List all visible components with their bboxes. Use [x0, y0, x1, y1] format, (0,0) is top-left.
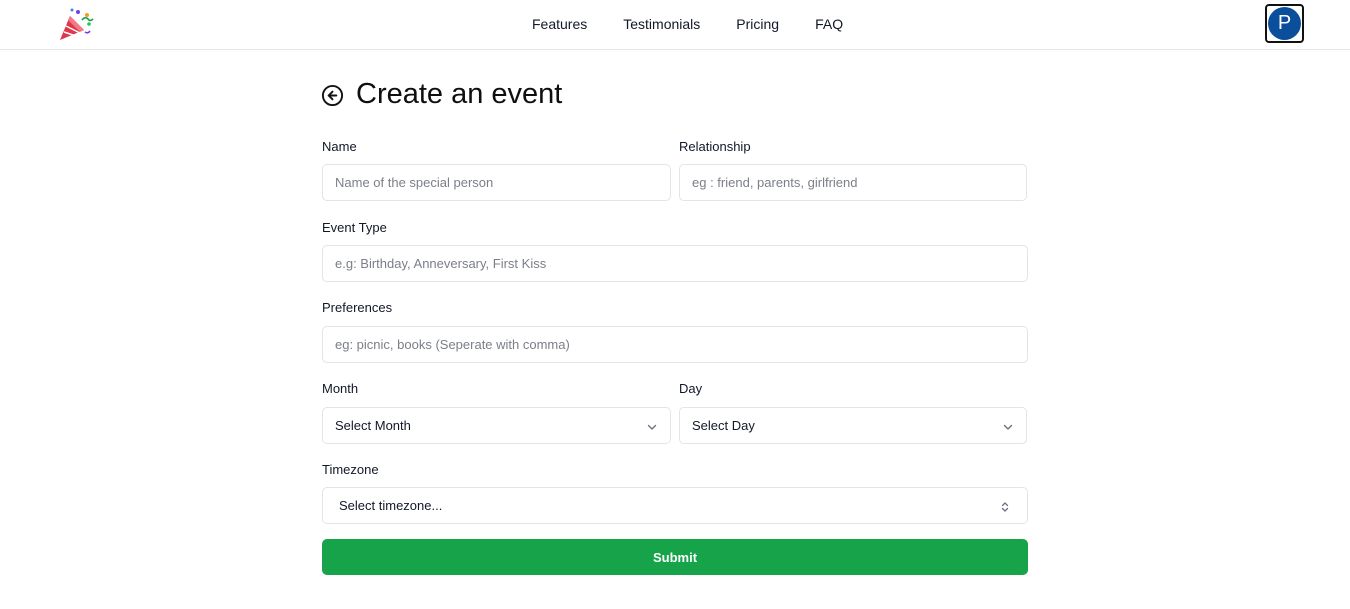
- nav-links: Features Testimonials Pricing FAQ: [514, 0, 861, 48]
- relationship-input[interactable]: [679, 164, 1027, 201]
- nav-link-faq[interactable]: FAQ: [815, 16, 843, 32]
- avatar: P: [1268, 7, 1301, 40]
- event-type-input[interactable]: [322, 245, 1028, 282]
- month-select-value: Select Month: [335, 418, 411, 433]
- chevron-down-icon: [1003, 424, 1013, 430]
- relationship-label: Relationship: [679, 139, 751, 154]
- nav-link-pricing[interactable]: Pricing: [736, 16, 779, 32]
- top-navbar: Features Testimonials Pricing FAQ P: [0, 0, 1350, 50]
- user-avatar-button[interactable]: P: [1265, 4, 1304, 43]
- page-title: Create an event: [356, 78, 563, 110]
- timezone-label: Timezone: [322, 462, 379, 477]
- nav-link-testimonials[interactable]: Testimonials: [623, 16, 700, 32]
- day-select[interactable]: Select Day: [679, 407, 1027, 444]
- timezone-select-value: Select timezone...: [339, 498, 443, 513]
- preferences-input[interactable]: [322, 326, 1028, 363]
- nav-link-features[interactable]: Features: [532, 16, 587, 32]
- name-input[interactable]: [322, 164, 671, 201]
- arrow-left-circle-icon[interactable]: [321, 84, 344, 107]
- chevron-down-icon: [647, 424, 657, 430]
- timezone-combobox[interactable]: Select timezone...: [322, 487, 1028, 524]
- party-popper-icon[interactable]: [56, 6, 96, 42]
- day-select-value: Select Day: [692, 418, 755, 433]
- month-label: Month: [322, 381, 359, 396]
- preferences-label: Preferences: [322, 300, 393, 315]
- chevrons-up-down-icon: [1001, 502, 1009, 512]
- submit-button[interactable]: Submit: [322, 539, 1028, 575]
- month-select[interactable]: Select Month: [322, 407, 671, 444]
- day-label: Day: [679, 381, 703, 396]
- name-label: Name: [322, 139, 357, 154]
- event-type-label: Event Type: [322, 220, 387, 235]
